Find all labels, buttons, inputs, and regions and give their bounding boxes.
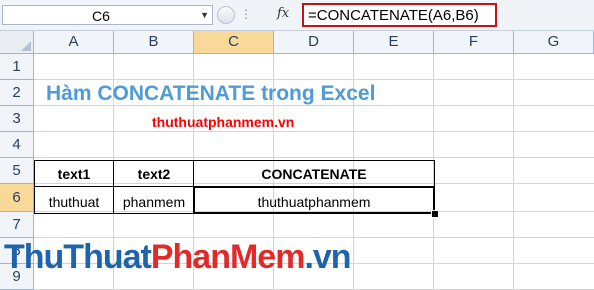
row-header-6[interactable]: 6 <box>0 184 34 212</box>
column-header-b[interactable]: B <box>114 31 194 54</box>
formula-text: =CONCATENATE(A6,B6) <box>308 7 479 24</box>
select-all-button[interactable] <box>0 31 34 54</box>
row-header-1[interactable]: 1 <box>0 54 34 80</box>
name-box[interactable]: C6 ▼ <box>2 5 213 25</box>
fill-handle[interactable] <box>431 210 439 218</box>
column-header-d[interactable]: D <box>274 31 354 54</box>
table-header-text2: text2 <box>137 166 171 182</box>
column-header-e[interactable]: E <box>354 31 434 54</box>
column-header-g[interactable]: G <box>514 31 594 54</box>
sheet-subtitle: thuthuatphanmem.vn <box>152 114 295 130</box>
column-header-a[interactable]: A <box>34 31 114 54</box>
row-header-4[interactable]: 4 <box>0 132 34 158</box>
sheet-title: Hàm CONCATENATE trong Excel <box>46 82 376 105</box>
row-header-3[interactable]: 3 <box>0 106 34 132</box>
select-all-icon <box>21 41 31 51</box>
name-box-value: C6 <box>92 8 110 24</box>
formula-bar: C6 ▼ ⋮ fx =CONCATENATE(A6,B6) <box>0 0 594 31</box>
chevron-down-icon[interactable]: ▼ <box>200 8 209 22</box>
row-header-2[interactable]: 2 <box>0 80 34 106</box>
cancel-icon[interactable] <box>217 6 235 24</box>
cell-b6[interactable]: phanmem <box>114 187 194 214</box>
row-header-5[interactable]: 5 <box>0 158 34 184</box>
insert-function-icon[interactable]: fx <box>277 6 289 21</box>
active-cell-selection[interactable] <box>193 186 435 214</box>
formula-input[interactable]: =CONCATENATE(A6,B6) <box>302 3 497 27</box>
formula-bar-buttons: ⋮ <box>217 5 277 25</box>
column-header-f[interactable]: F <box>434 31 514 54</box>
row-header-7[interactable]: 7 <box>0 212 34 238</box>
column-header-c[interactable]: C <box>194 31 274 54</box>
cell-a6[interactable]: thuthuat <box>34 187 114 214</box>
table-header-concatenate: CONCATENATE <box>261 166 367 182</box>
table-header-text1: text1 <box>57 166 91 182</box>
watermark-logo: ThuThuatPhanMem.vn <box>4 238 352 276</box>
resize-handle-icon[interactable]: ⋮ <box>240 5 252 23</box>
